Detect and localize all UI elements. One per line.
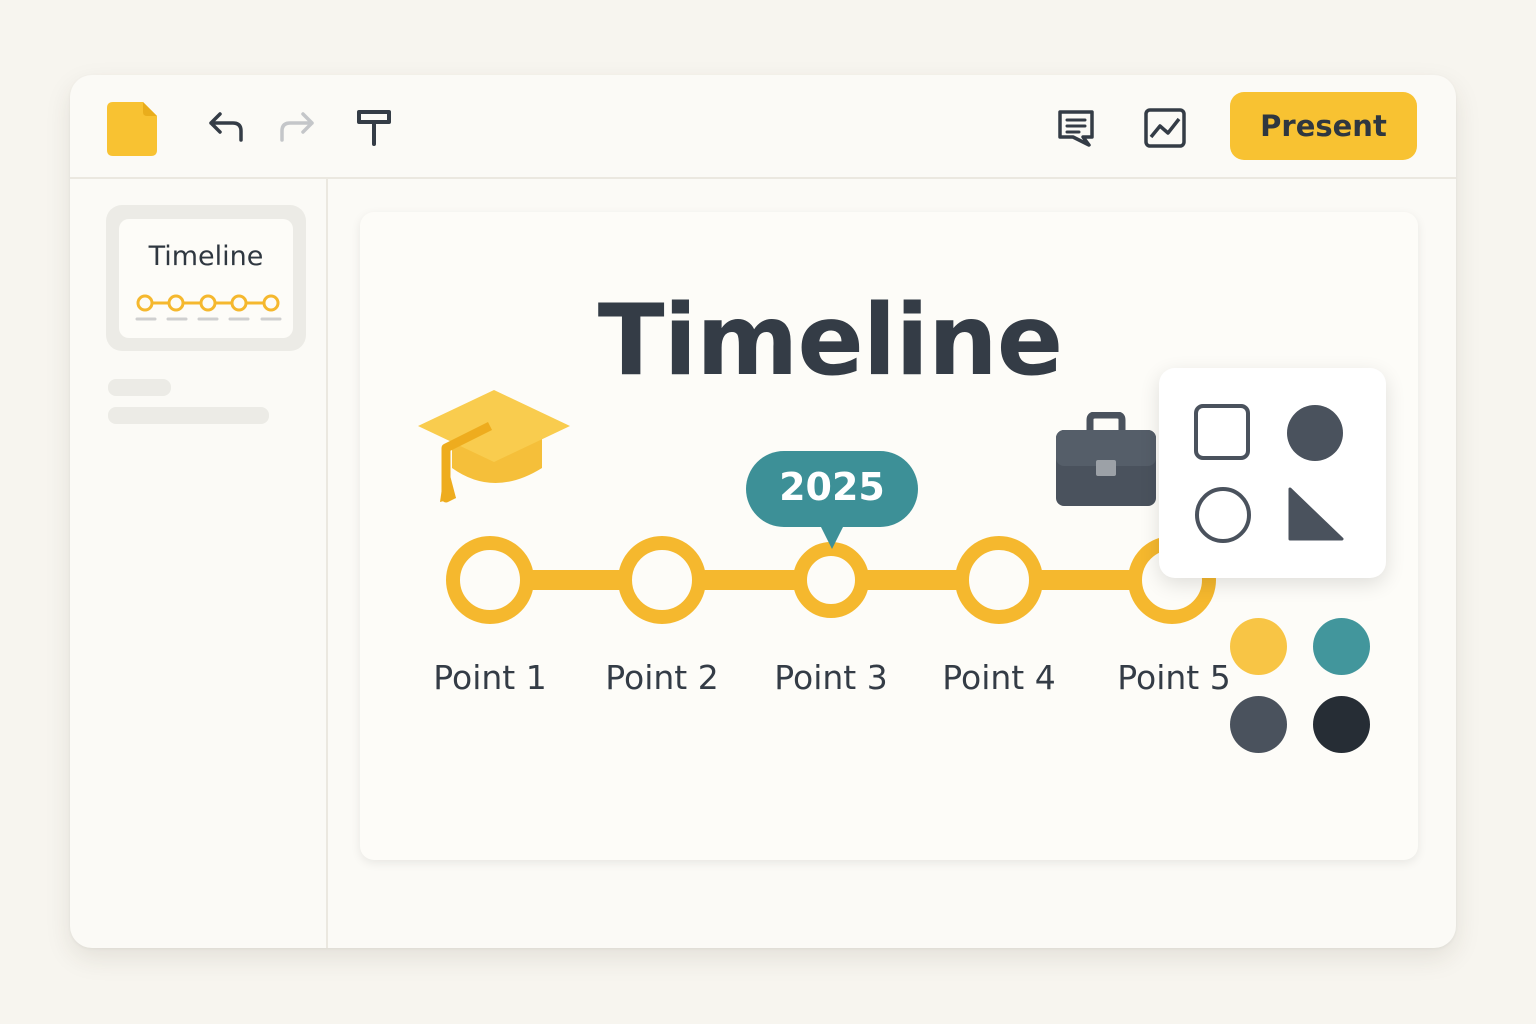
redo-icon[interactable] [275,107,319,147]
thumbnail-title: Timeline [148,241,264,272]
filled-circle-shape-option[interactable] [1285,403,1345,463]
triangle-shape-option[interactable] [1287,486,1345,542]
image-icon[interactable] [1142,105,1188,151]
color-swatch-charcoal[interactable] [1313,696,1370,753]
present-button[interactable]: Present [1230,92,1417,160]
year-badge-label: 2025 [779,465,885,509]
undo-icon[interactable] [204,107,248,147]
slide-thumbnail-preview: Timeline [119,219,293,338]
shapes-panel [1159,368,1386,578]
point-label-4[interactable]: Point 4 [919,658,1079,697]
color-swatch-teal[interactable] [1313,618,1370,675]
timeline-node-4 [955,536,1043,624]
slide-thumbnail[interactable]: Timeline [106,205,306,351]
thumbnail-timeline [135,294,282,321]
year-badge[interactable]: 2025 [746,451,918,549]
point-label-2[interactable]: Point 2 [582,658,742,697]
paint-format-icon[interactable] [352,105,396,151]
point-label-1[interactable]: Point 1 [410,658,570,697]
skeleton-line [108,379,171,396]
timeline-node-2 [618,536,706,624]
app-window: Present Timeline Timeline 2025 Point 1 P… [70,75,1456,948]
square-shape-option[interactable] [1193,403,1251,461]
comment-icon[interactable] [1053,105,1099,151]
slide-sidebar: Timeline [70,179,328,948]
circle-outline-shape-option[interactable] [1193,485,1253,545]
color-swatch-slate[interactable] [1230,696,1287,753]
toolbar: Present [70,75,1456,179]
timeline-node-1 [446,536,534,624]
point-label-5[interactable]: Point 5 [1094,658,1254,697]
color-swatch-yellow[interactable] [1230,618,1287,675]
skeleton-line [108,407,269,424]
document-icon[interactable] [107,102,157,161]
timeline-node-3 [793,542,869,618]
point-label-3[interactable]: Point 3 [751,658,911,697]
